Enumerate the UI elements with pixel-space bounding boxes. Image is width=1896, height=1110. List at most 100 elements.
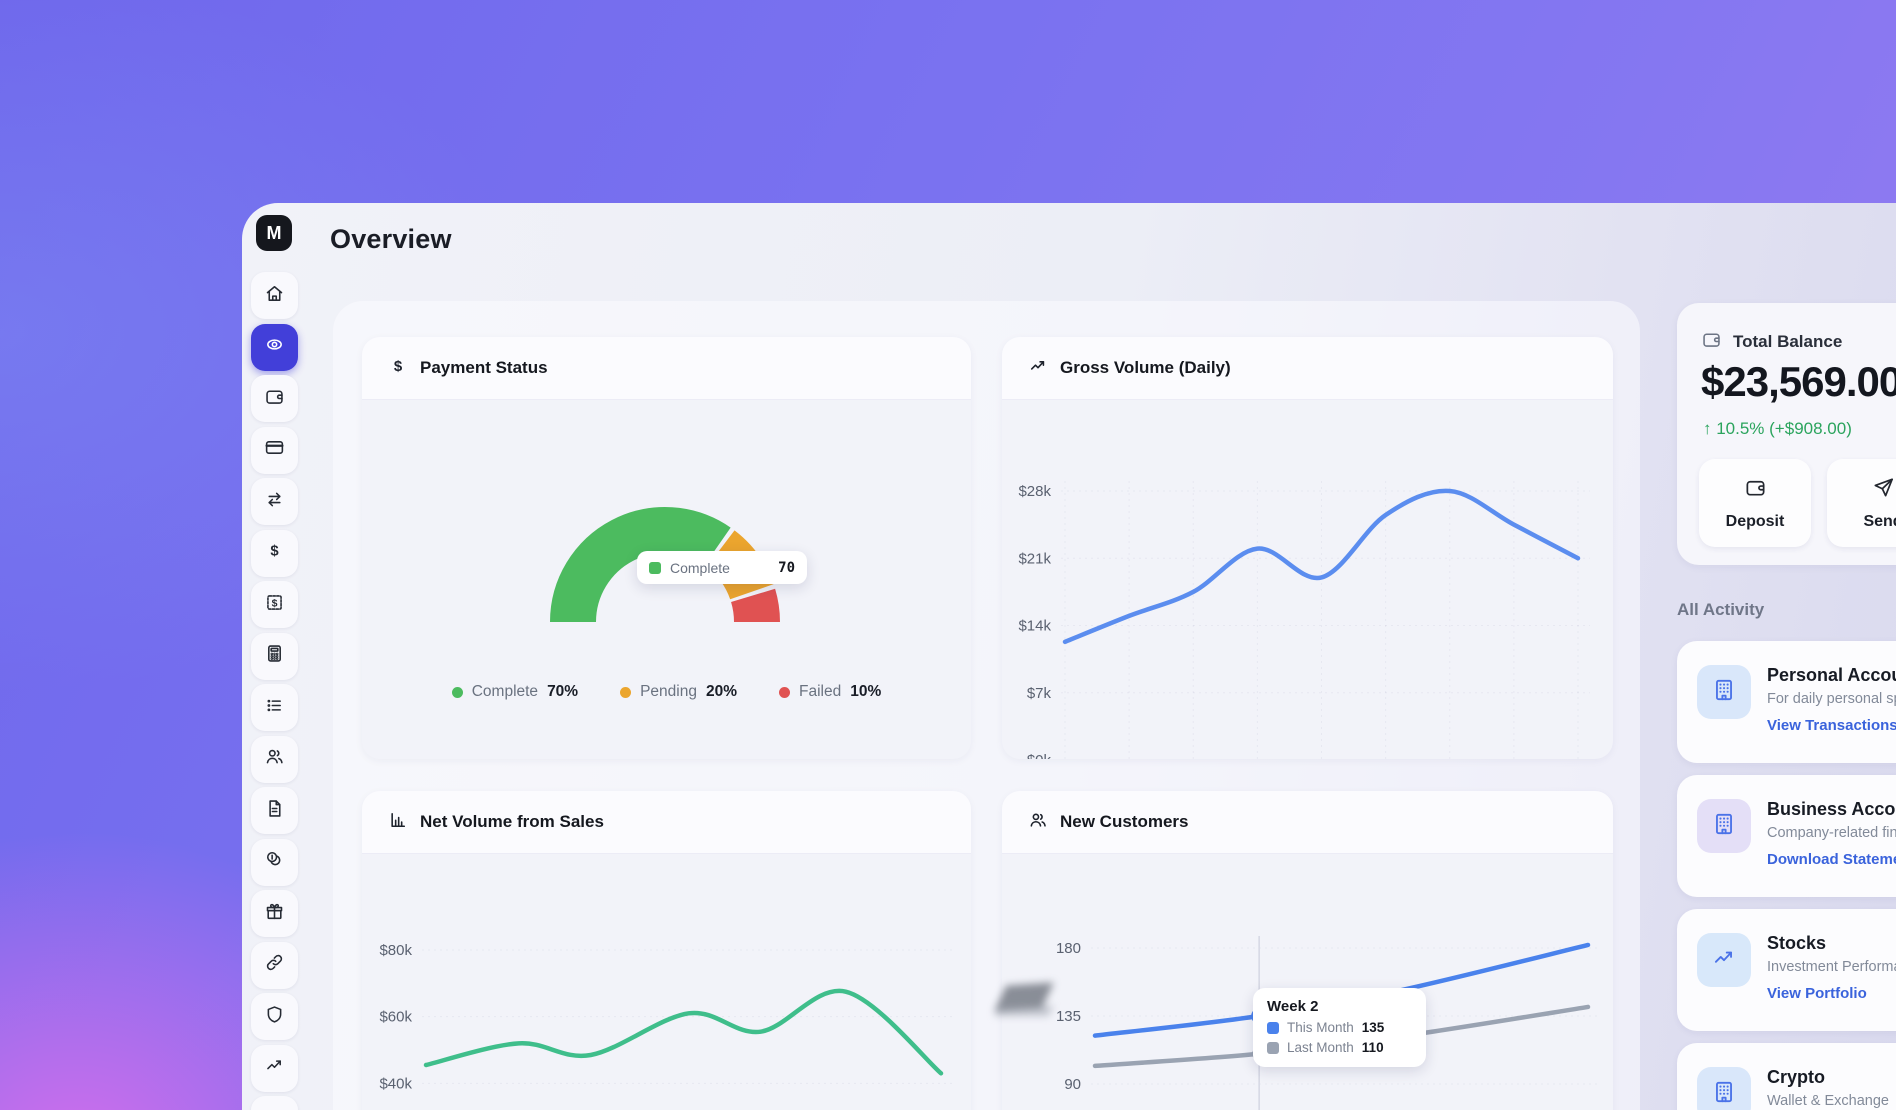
gauge-tooltip: Complete 70 <box>637 551 807 584</box>
payment-status-card: $ Payment Status Complete 70 Complete 70… <box>362 337 971 759</box>
activity-title: Personal Account <box>1767 665 1896 686</box>
sidebar-item-analytics[interactable] <box>251 1045 298 1092</box>
sidebar-item-links[interactable] <box>251 942 298 989</box>
svg-text:$80k: $80k <box>379 942 412 959</box>
svg-text:$40k: $40k <box>379 1075 412 1092</box>
gift-icon <box>264 901 285 927</box>
sidebar-item-security[interactable] <box>251 993 298 1040</box>
svg-text:$60k: $60k <box>379 1009 412 1026</box>
shield-icon <box>264 1004 285 1030</box>
svg-text:$: $ <box>394 358 403 375</box>
legend-dot <box>779 687 790 698</box>
trend-up-icon <box>1711 945 1737 976</box>
users-icon <box>1028 810 1048 835</box>
activity-item-crypto[interactable]: Crypto Wallet & Exchange <box>1677 1043 1896 1110</box>
wallet-icon <box>264 386 285 412</box>
svg-text:90: 90 <box>1064 1076 1081 1093</box>
card-title: New Customers <box>1060 812 1188 832</box>
activity-subtitle: For daily personal spending <box>1767 691 1896 707</box>
calculator-icon <box>264 643 285 669</box>
svg-text:$7k: $7k <box>1027 685 1052 702</box>
tooltip-title: Week 2 <box>1267 998 1318 1015</box>
account-icon-tile <box>1697 665 1751 719</box>
activity-link[interactable]: View Portfolio <box>1767 985 1867 1002</box>
trend-up-icon <box>264 1055 285 1081</box>
net-volume-chart[interactable]: $80k$60k$40k$20k <box>362 853 971 1110</box>
sidebar-item-documents[interactable] <box>251 787 298 834</box>
activity-item-business-account[interactable]: Business Account Company-related finance… <box>1677 775 1896 897</box>
app-logo[interactable]: M <box>256 215 292 251</box>
activity-item-personal-account[interactable]: Personal Account For daily personal spen… <box>1677 641 1896 763</box>
gross-volume-header: Gross Volume (Daily) <box>1002 337 1613 400</box>
gross-volume-chart[interactable]: $28k$21k$14k$7k$0k10AM11AM12PM1PM2PM3PM4… <box>1002 399 1613 759</box>
new-customers-chart[interactable]: 1801359045 <box>1002 853 1613 1110</box>
sidebar-item-transactions[interactable] <box>251 684 298 731</box>
activity-subtitle: Wallet & Exchange <box>1767 1093 1889 1109</box>
account-icon-tile <box>1697 799 1751 853</box>
sidebar-item-customers[interactable] <box>251 736 298 783</box>
deposit-button[interactable]: Deposit <box>1699 459 1811 547</box>
list-icon <box>264 695 285 721</box>
activity-title: Stocks <box>1767 933 1826 954</box>
sidebar-item-transfers[interactable] <box>251 478 298 525</box>
new-customers-card: New Customers 1801359045 Week 2 This Mon… <box>1002 791 1613 1110</box>
send-button[interactable]: Send <box>1827 459 1896 547</box>
tooltip-row: This Month 135 <box>1267 1020 1412 1035</box>
gross-volume-card: Gross Volume (Daily) $28k$21k$14k$7k$0k1… <box>1002 337 1613 759</box>
net-volume-card: Net Volume from Sales $80k$60k$40k$20k <box>362 791 971 1110</box>
activity-item-stocks[interactable]: Stocks Investment Performance View Portf… <box>1677 909 1896 1031</box>
credit-card-icon <box>264 437 285 463</box>
sidebar-item-coins[interactable] <box>251 839 298 886</box>
link-icon <box>264 952 285 978</box>
legend-dot <box>620 687 631 698</box>
all-activity-header: All Activity <box>1677 600 1764 620</box>
sidebar-item-cards[interactable] <box>251 427 298 474</box>
building-icon <box>1711 1079 1737 1110</box>
sidebar-item-home[interactable] <box>251 272 298 319</box>
bar-chart-icon <box>388 810 408 835</box>
crypto-icon-tile <box>1697 1067 1751 1110</box>
paper-plane-icon <box>1872 476 1895 504</box>
tooltip-label: Complete <box>670 560 730 576</box>
total-balance-card: Total Balance $23,569.00 ↑ 10.5% (+$908.… <box>1677 303 1896 565</box>
svg-text:$0k: $0k <box>1027 752 1052 759</box>
tooltip-value: 70 <box>778 560 795 576</box>
transfer-arrows-icon <box>264 489 285 515</box>
box-icon <box>264 1107 285 1110</box>
dollar-icon: $ <box>264 540 285 566</box>
payment-status-legend: Complete 70% Pending 20% Failed 10% <box>362 683 971 701</box>
total-balance-amount: $23,569.00 <box>1701 358 1896 406</box>
trend-up-icon <box>1028 356 1048 381</box>
total-balance-label: Total Balance <box>1733 332 1842 352</box>
sidebar-item-invoices[interactable]: $ <box>251 581 298 628</box>
svg-text:$21k: $21k <box>1018 550 1051 567</box>
receipt-dollar-icon: $ <box>264 592 285 618</box>
activity-title: Crypto <box>1767 1067 1825 1088</box>
wallet-icon <box>1701 329 1722 355</box>
total-balance-header: Total Balance <box>1701 329 1842 355</box>
svg-text:$: $ <box>272 597 278 609</box>
svg-text:180: 180 <box>1056 940 1081 957</box>
dollar-icon: $ <box>388 356 408 381</box>
activity-subtitle: Investment Performance <box>1767 959 1896 975</box>
svg-text:$14k: $14k <box>1018 618 1051 635</box>
card-title: Payment Status <box>420 358 548 378</box>
series-swatch <box>1267 1022 1279 1034</box>
sidebar-item-rewards[interactable] <box>251 890 298 937</box>
legend-swatch <box>649 562 661 574</box>
sidebar-item-payments[interactable]: $ <box>251 530 298 577</box>
activity-subtitle: Company-related finances <box>1767 825 1896 841</box>
sidebar-item-overview[interactable] <box>251 324 298 371</box>
sidebar-item-calculator[interactable] <box>251 633 298 680</box>
activity-link[interactable]: Download Statements <box>1767 851 1896 868</box>
svg-text:$: $ <box>270 543 279 559</box>
new-customers-header: New Customers <box>1002 791 1613 854</box>
home-icon <box>264 283 285 309</box>
series-swatch <box>1267 1042 1279 1054</box>
sidebar-item-wallet[interactable] <box>251 375 298 422</box>
svg-text:135: 135 <box>1056 1008 1081 1025</box>
tooltip-row: Last Month 110 <box>1267 1040 1412 1055</box>
sidebar-item-archive[interactable] <box>251 1096 298 1110</box>
activity-link[interactable]: View Transactions <box>1767 717 1896 734</box>
wallet-icon <box>1744 476 1767 504</box>
